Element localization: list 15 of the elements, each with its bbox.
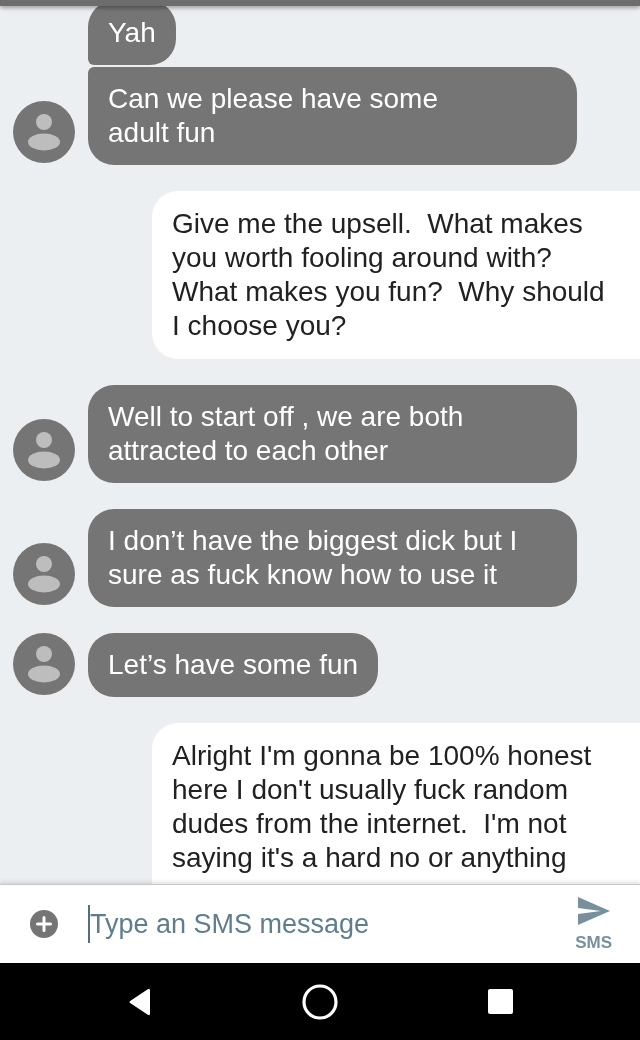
recents-icon[interactable] — [487, 989, 513, 1014]
text-cursor — [88, 905, 90, 943]
send-icon — [577, 896, 610, 925]
message-text: Can we please have some adult fun — [108, 82, 439, 150]
message-text: Alright I'm gonna be 100% honest here I don't usually fuck random dudes from the internet. I'm not saying it's a hard no or anything — [172, 739, 593, 875]
message-text: Yah — [108, 16, 156, 50]
add-icon[interactable] — [30, 910, 58, 938]
message-text: I don’t have the biggest dick but I sure as fuck know how to use it — [108, 524, 519, 592]
send-button[interactable]: SMS — [575, 896, 612, 952]
message-input[interactable]: Type an SMS message — [90, 902, 568, 946]
message-text: Let’s have some fun — [108, 648, 359, 682]
home-icon[interactable] — [302, 983, 338, 1020]
message-text: Well to start off , we are both attracted to each other — [108, 400, 465, 468]
message-text: Give me the upsell. What makes you worth fooling around with? What makes you fun? Why should I choose you? — [172, 207, 606, 343]
back-icon[interactable] — [128, 987, 152, 1016]
